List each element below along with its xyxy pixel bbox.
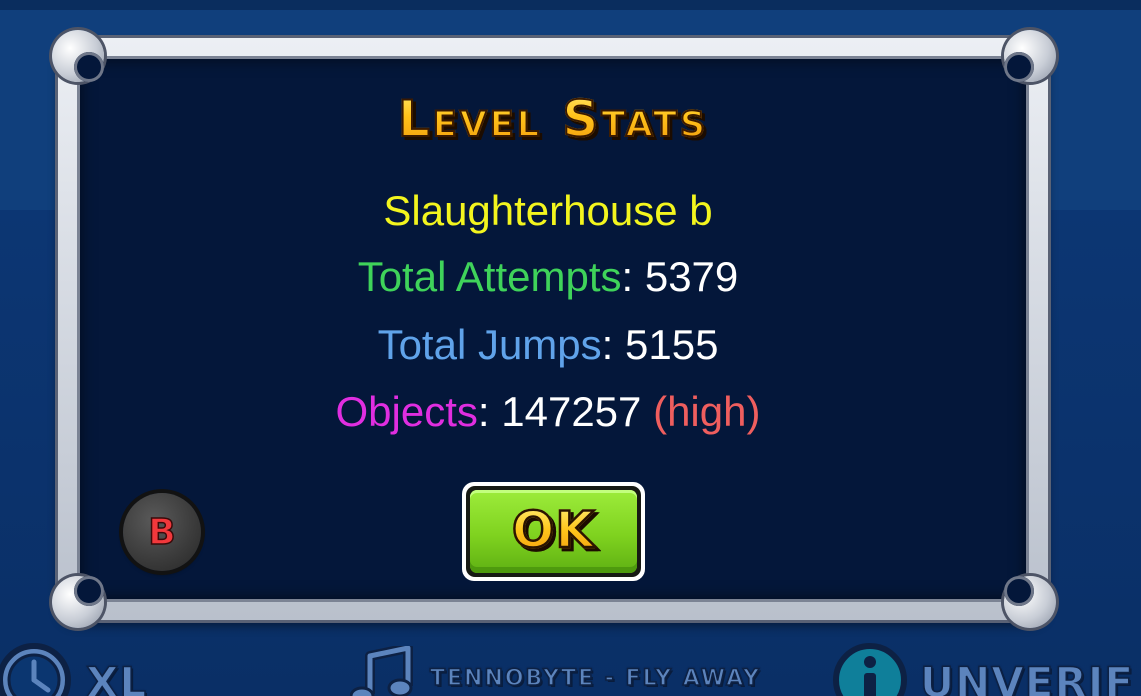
b-button[interactable]: B — [123, 493, 201, 571]
total-jumps-value: 5155 — [625, 321, 719, 368]
ok-button[interactable]: OK — [462, 482, 645, 581]
frame-corner-ornament — [52, 576, 104, 628]
frame-corner-ornament — [1004, 30, 1056, 82]
length-label: XL — [85, 657, 148, 696]
level-name: Slaughterhouse b — [383, 187, 713, 234]
song-title: Tennobyte - Fly Away — [429, 665, 761, 692]
objects-label: Objects — [335, 388, 478, 435]
total-attempts-value: 5379 — [644, 253, 739, 300]
popup-title: Level Stats — [0, 89, 1106, 149]
total-attempts-label: Total Attempts — [357, 253, 622, 300]
objects-row: Objects: 147257 (high) — [0, 388, 1096, 436]
total-jumps-row: Total Jumps: 5155 — [0, 321, 1096, 369]
objects-rating: (high) — [653, 388, 761, 435]
music-note-icon — [349, 643, 416, 696]
objects-value: 147257 — [501, 388, 642, 435]
ok-button-face: OK — [470, 490, 637, 573]
frame-corner-ornament — [1004, 576, 1056, 628]
frame-corner-ornament — [52, 30, 104, 82]
b-button-label: B — [148, 511, 177, 554]
song-info: Tennobyte - Fly Away — [349, 643, 761, 696]
verification-status: Unverif — [830, 640, 1134, 696]
separator: : — [621, 253, 645, 300]
background-top-strip — [0, 0, 1141, 10]
total-jumps-label: Total Jumps — [377, 321, 602, 368]
ok-button-border: OK — [466, 486, 641, 577]
separator: : — [601, 321, 625, 368]
verification-label: Unverif — [919, 657, 1135, 696]
info-icon — [830, 640, 910, 696]
ok-button-label: OK — [511, 499, 596, 560]
level-info-screen: XL Tennobyte - Fly Away Unverif Le — [0, 0, 1141, 696]
separator: : — [477, 388, 502, 435]
length-indicator: XL — [0, 640, 147, 696]
clock-icon — [0, 640, 74, 696]
total-attempts-row: Total Attempts: 5379 — [0, 253, 1096, 301]
